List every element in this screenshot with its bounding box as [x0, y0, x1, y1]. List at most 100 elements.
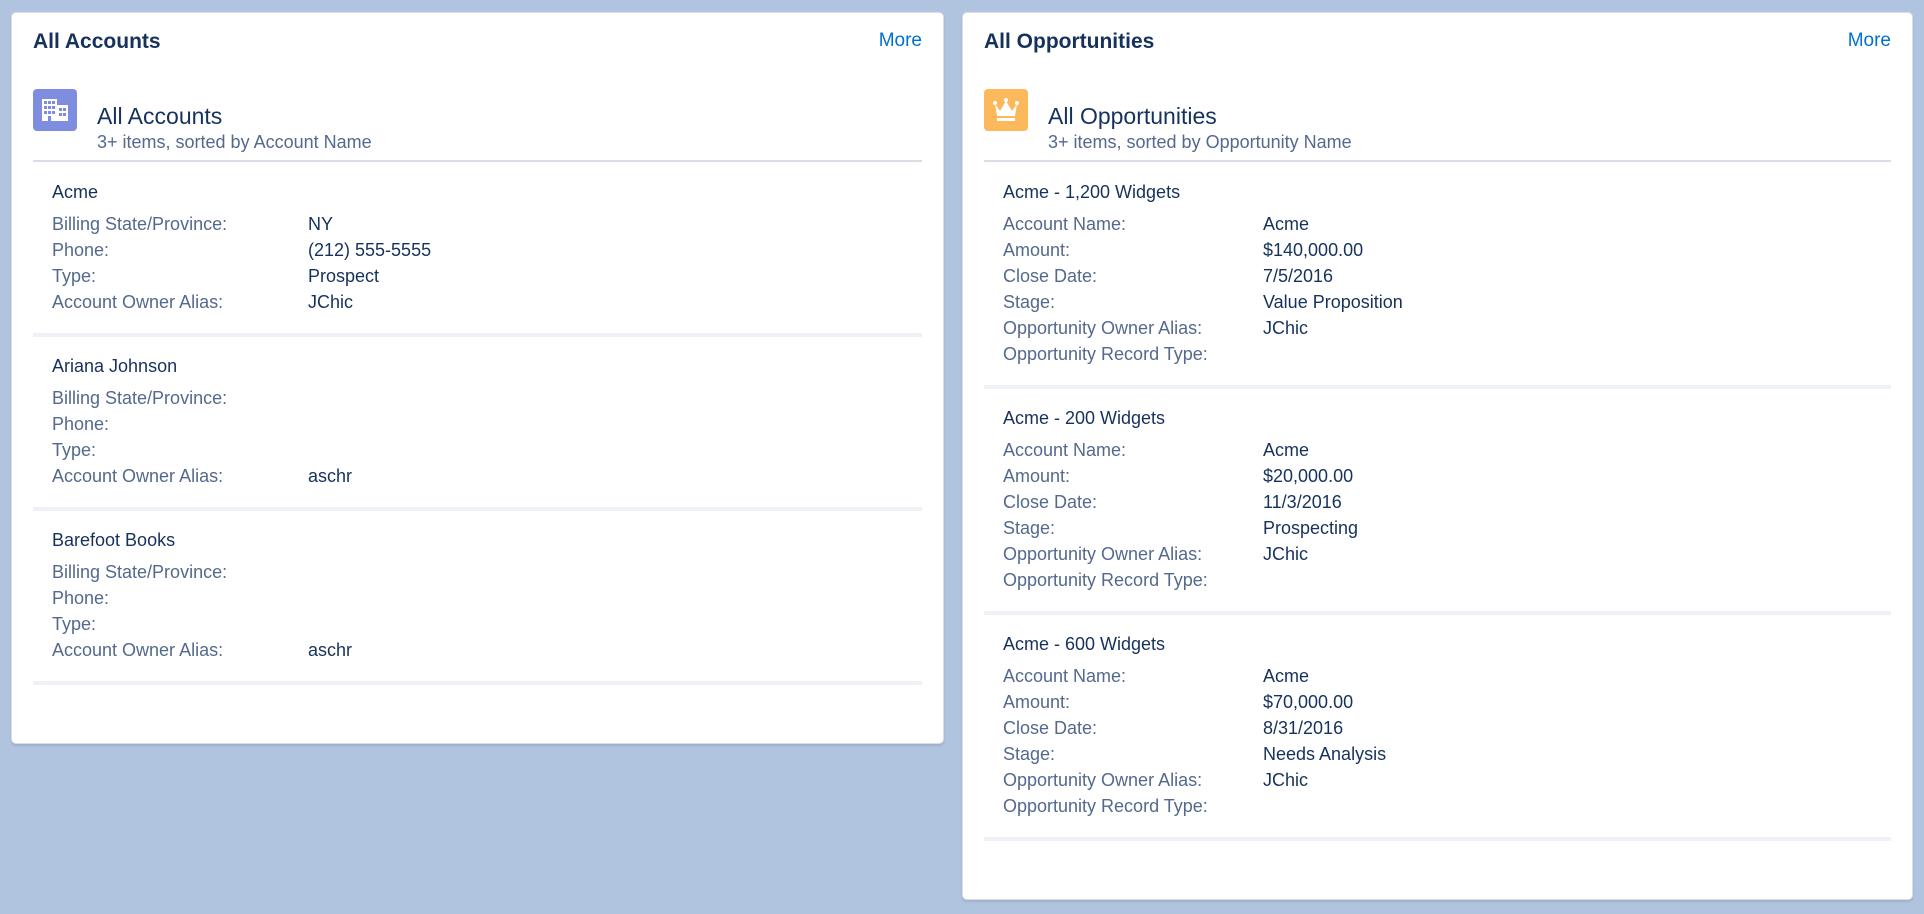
- record-title-link[interactable]: Ariana Johnson: [52, 356, 177, 377]
- list-view-subtitle: 3+ items, sorted by Opportunity Name: [1048, 132, 1352, 152]
- record-title-link[interactable]: Acme: [52, 182, 98, 203]
- field-value: JChic: [1263, 318, 1309, 338]
- field-label: Amount:: [1003, 466, 1071, 486]
- opportunities-card: All Opportunities More All Opportunities…: [962, 12, 1913, 900]
- field-label: Phone:: [52, 414, 110, 434]
- building-icon: [33, 89, 77, 131]
- field-value: (212) 555-5555: [308, 240, 432, 260]
- field-row: Account Owner Alias: JChic: [52, 289, 922, 315]
- field-row: Type: Prospect: [52, 263, 922, 289]
- card-title: All Opportunities: [984, 30, 1155, 53]
- field-row: Opportunity Owner Alias: JChic: [1003, 767, 1891, 793]
- field-label: Type:: [52, 266, 97, 286]
- field-row: Amount: $140,000.00: [1003, 237, 1891, 263]
- account-record: Ariana Johnson Billing State/Province: P…: [33, 337, 922, 511]
- divider: [33, 160, 922, 162]
- field-label: Account Owner Alias:: [52, 466, 224, 486]
- crown-icon: [984, 89, 1028, 131]
- field-label: Phone:: [52, 588, 110, 608]
- field-value: $20,000.00: [1263, 466, 1354, 486]
- list-view-title[interactable]: All Accounts: [97, 103, 222, 130]
- list-view-title[interactable]: All Opportunities: [1048, 103, 1217, 130]
- card-title: All Accounts: [33, 30, 161, 53]
- field-label: Account Owner Alias:: [52, 640, 224, 660]
- divider: [984, 160, 1891, 162]
- list-view-subtitle: 3+ items, sorted by Account Name: [97, 132, 372, 152]
- field-row: Stage: Needs Analysis: [1003, 741, 1891, 767]
- field-row: Phone:: [52, 585, 922, 611]
- field-row: Account Name: Acme: [1003, 663, 1891, 689]
- field-row: Type:: [52, 437, 922, 463]
- field-label: Close Date:: [1003, 492, 1098, 512]
- field-label: Stage:: [1003, 518, 1056, 538]
- field-row: Phone: (212) 555-5555: [52, 237, 922, 263]
- field-row: Close Date: 11/3/2016: [1003, 489, 1891, 515]
- field-label: Billing State/Province:: [52, 562, 228, 582]
- field-row: Account Name: Acme: [1003, 211, 1891, 237]
- field-label: Amount:: [1003, 240, 1071, 260]
- field-value: 8/31/2016: [1263, 718, 1344, 738]
- field-label: Account Name:: [1003, 440, 1127, 460]
- field-value: $140,000.00: [1263, 240, 1364, 260]
- field-value: Acme: [1263, 440, 1310, 460]
- field-value: aschr: [308, 640, 353, 660]
- accounts-card: All Accounts More All Accounts 3+ items,…: [11, 12, 944, 744]
- record-title-link[interactable]: Acme - 1,200 Widgets: [1003, 182, 1180, 203]
- record-title-link[interactable]: Barefoot Books: [52, 530, 175, 551]
- field-row: Close Date: 7/5/2016: [1003, 263, 1891, 289]
- opportunities-list: Acme - 1,200 Widgets Account Name: Acme …: [984, 163, 1891, 841]
- field-label: Close Date:: [1003, 718, 1098, 738]
- field-row: Type:: [52, 611, 922, 637]
- field-row: Phone:: [52, 411, 922, 437]
- field-value: JChic: [1263, 544, 1309, 564]
- field-row: Opportunity Record Type:: [1003, 567, 1891, 593]
- opportunity-record: Acme - 600 Widgets Account Name: Acme Am…: [984, 615, 1891, 841]
- field-value: NY: [308, 214, 334, 234]
- field-value: $70,000.00: [1263, 692, 1354, 712]
- field-value: Prospecting: [1263, 518, 1359, 538]
- field-label: Opportunity Record Type:: [1003, 344, 1208, 364]
- field-row: Stage: Prospecting: [1003, 515, 1891, 541]
- field-row: Stage: Value Proposition: [1003, 289, 1891, 315]
- field-label: Stage:: [1003, 292, 1056, 312]
- account-record: Acme Billing State/Province: NY Phone: (…: [33, 163, 922, 337]
- field-value: JChic: [1263, 770, 1309, 790]
- field-row: Account Owner Alias: aschr: [52, 637, 922, 663]
- field-label: Account Name:: [1003, 214, 1127, 234]
- opportunity-record: Acme - 1,200 Widgets Account Name: Acme …: [984, 163, 1891, 389]
- more-link[interactable]: More: [1848, 30, 1891, 52]
- record-title-link[interactable]: Acme - 600 Widgets: [1003, 634, 1165, 655]
- field-value: JChic: [308, 292, 354, 312]
- record-title-link[interactable]: Acme - 200 Widgets: [1003, 408, 1165, 429]
- field-row: Account Owner Alias: aschr: [52, 463, 922, 489]
- card-header: All Opportunities More: [984, 30, 1891, 60]
- field-row: Billing State/Province:: [52, 385, 922, 411]
- field-row: Account Name: Acme: [1003, 437, 1891, 463]
- field-label: Opportunity Owner Alias:: [1003, 318, 1203, 338]
- field-row: Amount: $70,000.00: [1003, 689, 1891, 715]
- field-label: Type:: [52, 440, 97, 460]
- field-label: Close Date:: [1003, 266, 1098, 286]
- field-value: Acme: [1263, 214, 1310, 234]
- field-label: Opportunity Record Type:: [1003, 570, 1208, 590]
- field-value: Value Proposition: [1263, 292, 1403, 312]
- field-label: Phone:: [52, 240, 110, 260]
- field-row: Opportunity Owner Alias: JChic: [1003, 315, 1891, 341]
- field-label: Type:: [52, 614, 97, 634]
- field-value: aschr: [308, 466, 353, 486]
- field-row: Close Date: 8/31/2016: [1003, 715, 1891, 741]
- field-label: Stage:: [1003, 744, 1056, 764]
- field-value: Acme: [1263, 666, 1310, 686]
- field-value: 11/3/2016: [1263, 492, 1342, 512]
- more-link[interactable]: More: [879, 30, 922, 52]
- field-label: Billing State/Province:: [52, 388, 228, 408]
- account-record: Barefoot Books Billing State/Province: P…: [33, 511, 922, 685]
- card-header: All Accounts More: [33, 30, 922, 60]
- field-value: Prospect: [308, 266, 380, 286]
- field-row: Billing State/Province: NY: [52, 211, 922, 237]
- field-label: Billing State/Province:: [52, 214, 228, 234]
- field-label: Account Owner Alias:: [52, 292, 224, 312]
- accounts-list: Acme Billing State/Province: NY Phone: (…: [33, 163, 922, 685]
- field-row: Opportunity Record Type:: [1003, 793, 1891, 819]
- field-label: Opportunity Record Type:: [1003, 796, 1208, 816]
